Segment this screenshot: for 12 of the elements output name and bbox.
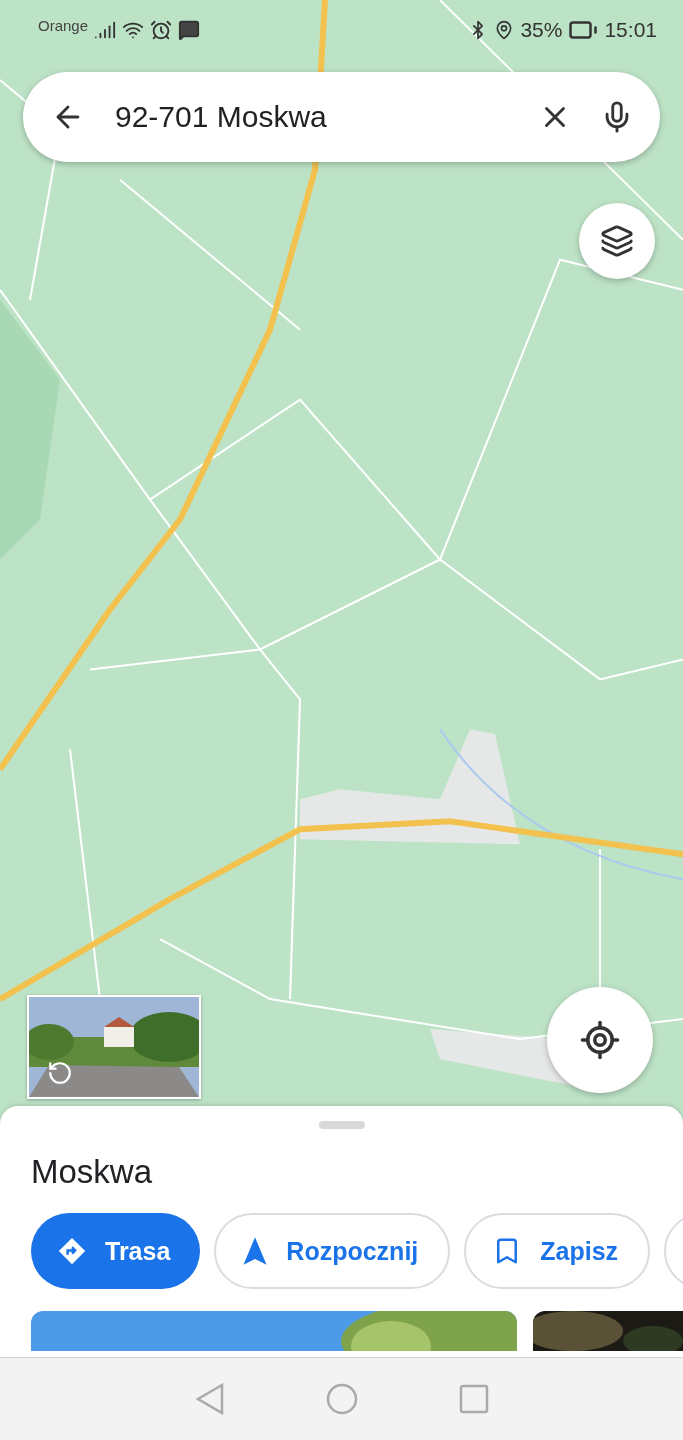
navigation-arrow-icon	[242, 1236, 269, 1266]
directions-icon	[57, 1236, 87, 1266]
action-button[interactable]: Rozpocznij	[214, 1213, 451, 1289]
back-nav-button[interactable]	[194, 1382, 225, 1416]
action-button[interactable]: Zapisz	[464, 1213, 651, 1289]
square-icon	[458, 1384, 489, 1414]
recents-nav-button[interactable]	[458, 1384, 489, 1414]
home-nav-button[interactable]	[324, 1382, 359, 1416]
circle-icon	[324, 1382, 359, 1416]
place-title: Moskwa	[31, 1153, 154, 1191]
triangle-icon	[194, 1382, 225, 1416]
action-button[interactable]: Trasa	[31, 1213, 201, 1289]
